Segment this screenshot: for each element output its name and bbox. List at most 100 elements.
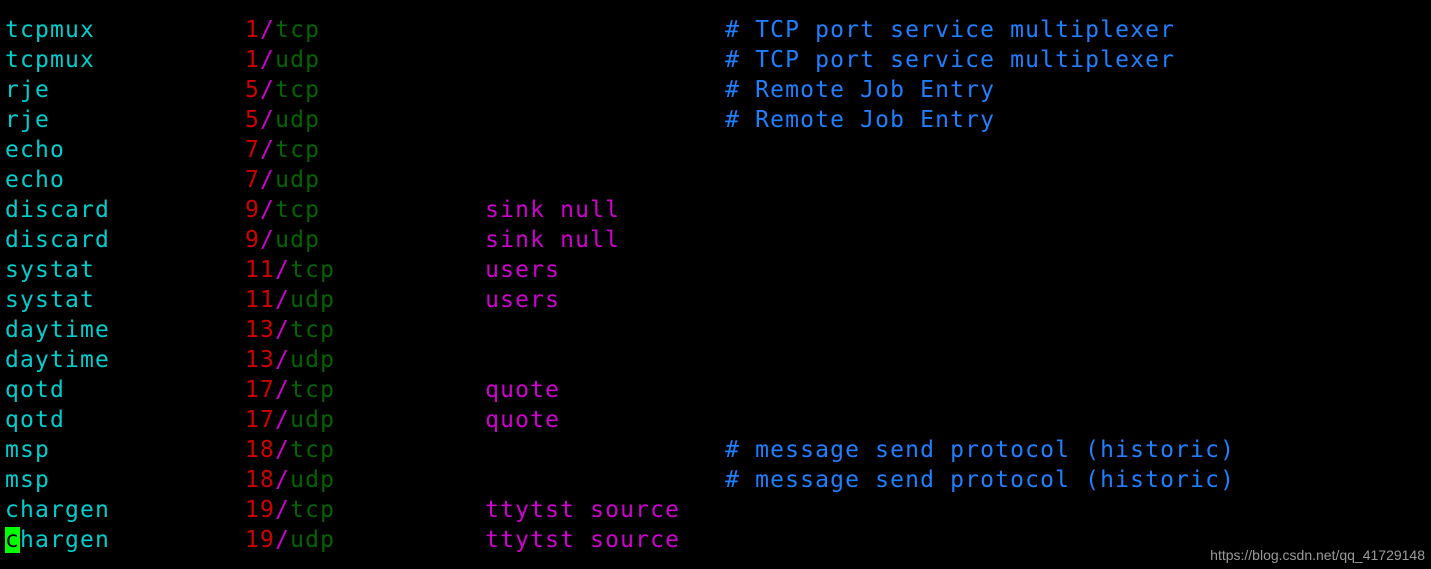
port-proto-separator: / [260,107,276,133]
service-alias: users [485,287,561,313]
service-alias: sink null [485,197,621,223]
port-proto-separator: / [275,467,291,493]
service-comment: # TCP port service multiplexer [725,47,1176,73]
port-number: 5 [245,107,261,133]
protocol-name: tcp [275,17,321,43]
port-number: 19 [245,497,276,523]
port-proto-separator: / [275,347,291,373]
service-name: rje [5,77,51,103]
protocol-name: udp [275,167,321,193]
service-name: discard [5,197,111,223]
port-proto-separator: / [260,77,276,103]
port-proto-separator: / [275,317,291,343]
port-number: 17 [245,407,276,433]
terminal-line: rje 5/tcp # Remote Job Entry [5,75,1431,105]
service-comment: # TCP port service multiplexer [725,17,1176,43]
service-name: msp [5,467,51,493]
protocol-name: tcp [275,137,321,163]
service-name: hargen [20,527,111,553]
service-name: daytime [5,317,111,343]
protocol-name: tcp [290,437,336,463]
service-alias: ttytst source [485,497,681,523]
terminal-line: qotd 17/tcp quote [5,375,1431,405]
service-comment: # message send protocol (historic) [725,467,1236,493]
protocol-name: udp [290,467,336,493]
port-number: 9 [245,197,261,223]
port-number: 1 [245,17,261,43]
port-proto-separator: / [260,47,276,73]
protocol-name: udp [290,407,336,433]
service-alias: sink null [485,227,621,253]
protocol-name: tcp [290,377,336,403]
service-name: rje [5,107,51,133]
port-number: 7 [245,137,261,163]
port-number: 17 [245,377,276,403]
terminal-line: rje 5/udp # Remote Job Entry [5,105,1431,135]
terminal-window[interactable]: tcpmux 1/tcp # TCP port service multiple… [0,0,1431,569]
service-name: echo [5,137,66,163]
protocol-name: udp [275,47,321,73]
protocol-name: udp [290,527,336,553]
protocol-name: udp [275,107,321,133]
service-alias: users [485,257,561,283]
port-proto-separator: / [260,17,276,43]
terminal-cursor: c [5,527,21,553]
terminal-line: discard 9/udp sink null [5,225,1431,255]
terminal-line: echo 7/udp [5,165,1431,195]
service-name: systat [5,287,96,313]
port-proto-separator: / [275,497,291,523]
port-proto-separator: / [275,437,291,463]
service-alias: ttytst source [485,527,681,553]
protocol-name: tcp [275,197,321,223]
service-alias: quote [485,407,561,433]
port-proto-separator: / [260,227,276,253]
service-comment: # message send protocol (historic) [725,437,1236,463]
protocol-name: tcp [290,317,336,343]
protocol-name: udp [290,287,336,313]
terminal-line: discard 9/tcp sink null [5,195,1431,225]
port-number: 19 [245,527,276,553]
terminal-line: systat 11/tcp users [5,255,1431,285]
protocol-name: tcp [290,257,336,283]
port-proto-separator: / [275,377,291,403]
terminal-line: msp 18/udp # message send protocol (hist… [5,465,1431,495]
port-number: 18 [245,467,276,493]
service-name: tcpmux [5,17,96,43]
port-proto-separator: / [275,527,291,553]
terminal-screen[interactable]: tcpmux 1/tcp # TCP port service multiple… [5,15,1431,555]
port-proto-separator: / [275,257,291,283]
port-number: 7 [245,167,261,193]
service-comment: # Remote Job Entry [725,77,996,103]
service-name: msp [5,437,51,463]
watermark-url: https://blog.csdn.net/qq_41729148 [1210,547,1425,563]
port-proto-separator: / [260,197,276,223]
terminal-line: chargen 19/tcp ttytst source [5,495,1431,525]
port-number: 9 [245,227,261,253]
service-name: echo [5,167,66,193]
port-number: 1 [245,47,261,73]
port-number: 13 [245,317,276,343]
service-name: qotd [5,377,66,403]
service-alias: quote [485,377,561,403]
